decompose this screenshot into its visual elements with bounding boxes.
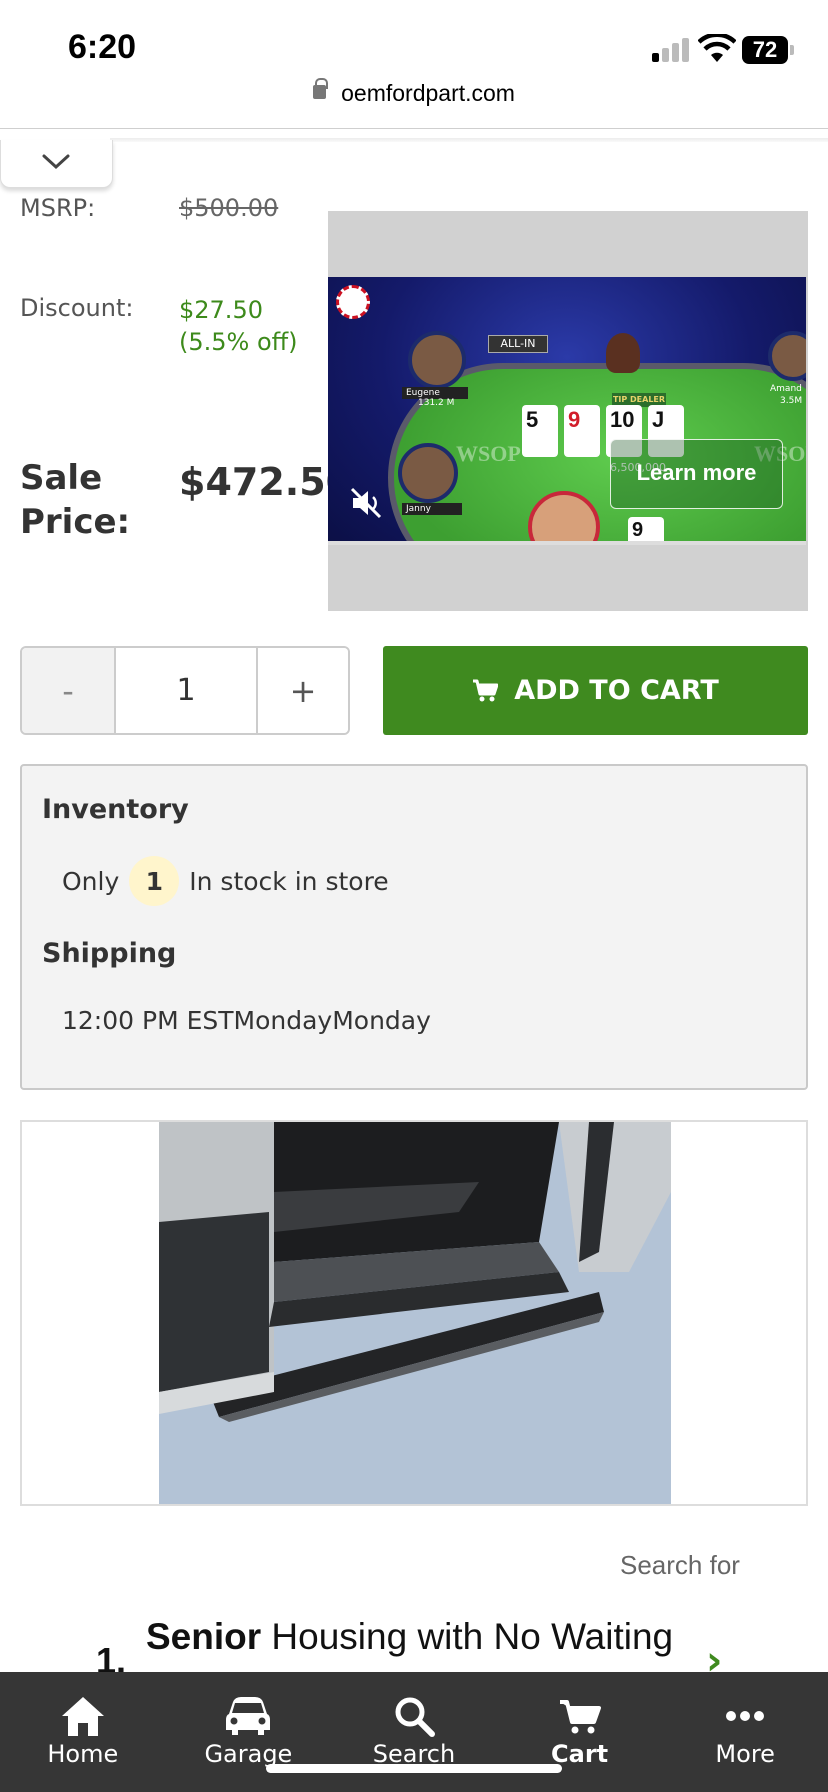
player-chips: 3.5M: [780, 396, 803, 406]
sponsored-rest: Housing with No Waiting: [261, 1616, 674, 1657]
nav-label: More: [715, 1740, 775, 1768]
cart-icon: [559, 1700, 601, 1734]
sponsored-bold: Senior: [146, 1616, 262, 1657]
divider: [0, 128, 828, 129]
url-text: oemfordpart.com: [341, 80, 515, 106]
shipping-text: 12:00 PM ESTMondayMonday: [62, 1006, 431, 1035]
stock-prefix: Only: [62, 866, 120, 896]
nav-item-more[interactable]: More: [662, 1672, 828, 1792]
product-image-frame[interactable]: [20, 1120, 808, 1506]
player-name: Amand: [770, 384, 802, 394]
playing-card: 9: [564, 405, 600, 457]
car-icon: [226, 1697, 271, 1735]
home-indicator[interactable]: [266, 1764, 562, 1773]
sale-price-value: $472.50: [179, 460, 353, 504]
nav-item-search[interactable]: Search: [331, 1672, 497, 1792]
nav-label: Home: [47, 1740, 119, 1768]
discount-percent: (5.5% off): [179, 328, 298, 356]
header-shadow: [110, 138, 828, 142]
stock-count-badge: 1: [129, 856, 180, 906]
discount-label: Discount:: [20, 294, 134, 322]
player-avatar: [408, 331, 466, 389]
collapse-toggle[interactable]: [0, 140, 113, 188]
battery-icon: 72: [742, 36, 794, 64]
poker-logo-icon: [336, 285, 370, 319]
search-for-label: Search for: [620, 1550, 740, 1580]
msrp-value: $500.00: [179, 194, 279, 222]
home-icon: [61, 1697, 104, 1736]
inventory-panel: Inventory Only 1 In stock in store Shipp…: [20, 764, 808, 1090]
status-bar: 6:20 72: [0, 0, 828, 78]
inventory-heading: Inventory: [42, 794, 189, 825]
player-avatar: [398, 443, 458, 503]
ad-progress-bar: [328, 541, 806, 545]
increment-button[interactable]: +: [256, 648, 348, 733]
status-time: 6:20: [68, 28, 137, 66]
nav-item-garage[interactable]: Garage: [166, 1672, 332, 1792]
search-icon: [395, 1697, 435, 1737]
stock-status: Only 1 In stock in store: [62, 856, 389, 906]
dealer-avatar: [606, 333, 640, 373]
cart-icon: [473, 679, 499, 701]
ad-video[interactable]: ALL-IN TIP DEALER Eugene 131.2 M Janny A…: [328, 277, 806, 545]
all-in-badge: ALL-IN: [488, 335, 548, 353]
battery-level: 72: [742, 36, 788, 64]
sponsored-search-link[interactable]: 1. Senior Housing with No Waiting ›: [96, 1616, 796, 1684]
table-logo: WSOP: [456, 441, 521, 466]
stock-suffix: In stock in store: [189, 866, 389, 896]
nav-item-home[interactable]: Home: [0, 1672, 166, 1792]
wifi-icon: [698, 34, 736, 62]
sale-price-label: Sale Price:: [20, 458, 131, 542]
product-image[interactable]: [159, 1122, 671, 1504]
player-chips: 131.2 M: [418, 398, 455, 408]
sponsored-text: Senior Housing with No Waiting: [146, 1616, 673, 1658]
add-to-cart-button[interactable]: ADD TO CART: [383, 646, 808, 735]
shipping-heading: Shipping: [42, 938, 177, 969]
advertisement[interactable]: ALL-IN TIP DEALER Eugene 131.2 M Janny A…: [328, 211, 808, 611]
discount-amount: $27.50: [179, 296, 263, 324]
chevron-down-icon: [42, 154, 70, 170]
running-board-image: [159, 1122, 671, 1504]
bottom-nav: Home Garage Search Cart More: [0, 1672, 828, 1792]
lock-icon: [313, 77, 329, 99]
discount-value: $27.50 (5.5% off): [179, 294, 298, 358]
nav-item-cart[interactable]: Cart: [497, 1672, 663, 1792]
url-bar[interactable]: oemfordpart.com: [0, 77, 828, 128]
decrement-button[interactable]: -: [22, 648, 114, 733]
quantity-stepper: - 1 +: [20, 646, 350, 735]
playing-card: 5: [522, 405, 558, 457]
mute-icon[interactable]: [350, 487, 384, 519]
cellular-signal-icon: [652, 36, 690, 62]
msrp-label: MSRP:: [20, 194, 96, 222]
add-to-cart-label: ADD TO CART: [514, 675, 719, 706]
player-name: Janny: [402, 503, 462, 515]
learn-more-button[interactable]: Learn more: [610, 439, 783, 509]
quantity-field[interactable]: 1: [114, 648, 256, 733]
more-icon: [726, 1711, 765, 1721]
